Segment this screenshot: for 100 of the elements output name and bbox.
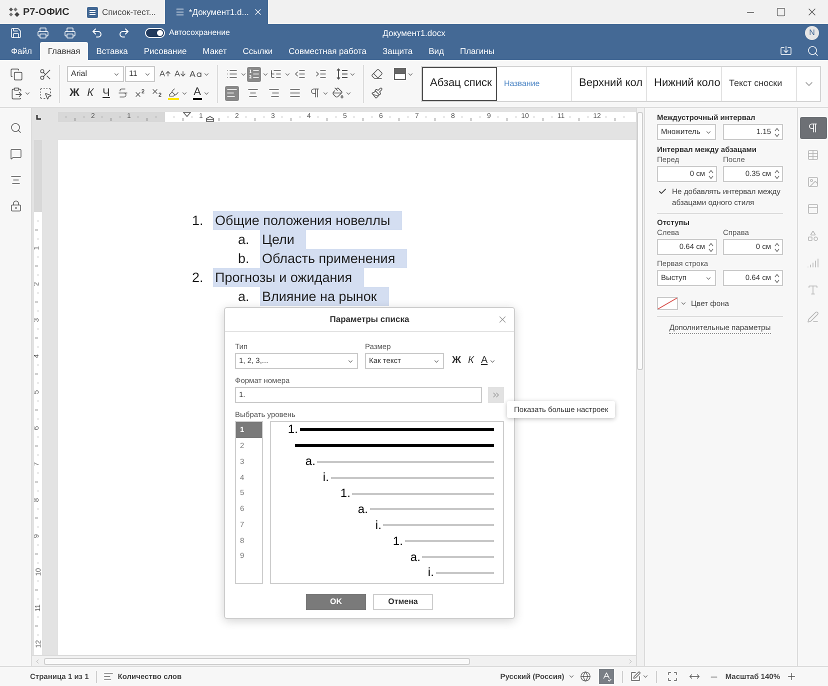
caret-icon[interactable]	[203, 90, 210, 96]
font-color-button[interactable]: A	[192, 86, 202, 100]
printer-icon[interactable]	[64, 27, 76, 39]
undo-icon[interactable]	[91, 27, 103, 39]
caret-icon[interactable]	[705, 274, 712, 282]
cancel-button[interactable]: Отмена	[373, 594, 433, 610]
printer-icon[interactable]	[37, 27, 49, 39]
menu-tab[interactable]: Плагины	[452, 42, 502, 60]
decrease-indent-icon[interactable]	[294, 68, 306, 80]
checkbox[interactable]	[658, 187, 667, 196]
spin-arrows-icon[interactable]	[708, 242, 714, 252]
edit-icon[interactable]	[630, 671, 642, 682]
color-button[interactable]: А	[480, 355, 488, 367]
bold-button[interactable]: Ж	[69, 86, 80, 100]
user-avatar[interactable]: N	[805, 26, 819, 40]
caret-icon[interactable]	[113, 70, 120, 78]
format-painter-icon[interactable]	[371, 87, 383, 99]
vertical-scrollbar[interactable]	[636, 108, 644, 666]
lock-icon[interactable]	[10, 200, 22, 212]
menu-tab[interactable]: Главная	[40, 42, 88, 60]
comment-icon[interactable]	[10, 148, 22, 160]
select-all-icon[interactable]	[39, 86, 52, 100]
close-icon[interactable]	[806, 6, 818, 18]
caret-icon[interactable]	[488, 358, 496, 364]
style-preset[interactable]: Абзац списк	[422, 66, 497, 100]
caret-icon[interactable]	[642, 673, 650, 680]
strikethrough-icon[interactable]	[116, 87, 129, 99]
globe-icon[interactable]	[580, 671, 592, 682]
spellcheck-button[interactable]	[599, 669, 614, 684]
eraser-icon[interactable]	[371, 68, 383, 80]
caret-icon[interactable]	[705, 128, 712, 136]
copy-icon[interactable]	[10, 68, 23, 80]
superscript-icon[interactable]	[134, 87, 146, 99]
tab-stop-icon[interactable]	[36, 114, 41, 120]
caret-icon[interactable]	[347, 358, 354, 364]
caret-icon[interactable]	[568, 673, 576, 680]
import-icon[interactable]	[780, 45, 792, 57]
style-preset[interactable]: Нижний коло	[647, 66, 722, 100]
menu-tab[interactable]: Ссылки	[234, 42, 281, 60]
italic-button[interactable]: К	[468, 355, 474, 367]
scrollbar-thumb[interactable]	[637, 112, 643, 370]
spin-arrows-icon[interactable]	[774, 242, 780, 252]
caret-icon[interactable]	[322, 90, 329, 96]
search-icon[interactable]	[10, 122, 22, 134]
paragraph-settings-tab[interactable]	[800, 116, 826, 138]
caret-icon[interactable]	[433, 358, 440, 364]
caret-icon[interactable]	[262, 70, 269, 78]
filled-box-icon[interactable]	[394, 68, 406, 80]
font-name-field[interactable]: Arial	[67, 66, 124, 82]
bold-button[interactable]: Ж	[452, 355, 462, 367]
text-lines-icon[interactable]	[102, 671, 114, 682]
highlighter-icon[interactable]	[168, 86, 180, 100]
spin-arrows-icon[interactable]	[708, 168, 714, 180]
caret-icon[interactable]	[240, 70, 247, 78]
menu-tab[interactable]: Совместная работа	[280, 42, 374, 60]
spin-arrows-icon[interactable]	[774, 168, 780, 180]
menu-tab[interactable]: Защита	[374, 42, 421, 60]
redo-icon[interactable]	[118, 27, 130, 39]
zoom-in-icon[interactable]	[786, 671, 797, 682]
close-icon[interactable]	[496, 314, 508, 325]
menu-tab[interactable]: Вид	[420, 42, 452, 60]
menu-tab[interactable]: Рисование	[136, 42, 195, 60]
ok-button[interactable]: OK	[306, 594, 366, 610]
triangle-marker-icon[interactable]	[183, 112, 191, 117]
style-preset[interactable]: Текст сноски	[722, 66, 797, 100]
align-left-button[interactable]	[225, 86, 239, 100]
menu-tab[interactable]: Макет	[194, 42, 235, 60]
caret-icon[interactable]	[680, 300, 687, 307]
spin-arrows-icon[interactable]	[774, 126, 780, 138]
document-tab[interactable]: Список-тест...	[82, 0, 161, 24]
text-lines-icon[interactable]	[10, 174, 22, 186]
line-spacing-icon[interactable]	[336, 68, 348, 80]
caret-icon[interactable]	[407, 70, 414, 78]
numbered-list-button[interactable]	[247, 66, 261, 82]
caret-icon[interactable]	[180, 90, 188, 96]
caret-icon[interactable]	[144, 70, 151, 78]
menu-tab[interactable]: Вставка	[88, 42, 136, 60]
pilcrow-icon[interactable]	[309, 87, 321, 99]
document-tab[interactable]: *Документ1.d...	[164, 0, 268, 24]
caret-icon[interactable]	[284, 70, 291, 78]
maximize-icon[interactable]	[776, 7, 786, 17]
pentagon-marker-icon[interactable]	[206, 116, 214, 122]
close-icon[interactable]	[252, 7, 263, 17]
increase-indent-icon[interactable]	[315, 68, 327, 80]
italic-button[interactable]: К	[84, 86, 96, 100]
cut-icon[interactable]	[39, 68, 52, 80]
caret-icon[interactable]	[24, 90, 31, 96]
horizontal-scrollbar[interactable]	[32, 655, 636, 666]
paste-icon[interactable]	[10, 86, 23, 100]
autosave-toggle[interactable]	[145, 28, 165, 38]
style-preset[interactable]: Название	[497, 66, 572, 100]
scrollbar-thumb[interactable]	[44, 658, 470, 664]
search-icon[interactable]	[807, 45, 819, 57]
menu-tab[interactable]: Файл	[3, 42, 40, 60]
fit-page-icon[interactable]	[667, 671, 678, 682]
color-swatch-icon[interactable]	[657, 297, 678, 310]
caret-icon[interactable]	[203, 70, 210, 78]
spin-arrows-icon[interactable]	[774, 272, 780, 284]
paint-bucket-icon[interactable]	[332, 87, 344, 99]
style-preset[interactable]: Верхний кол	[572, 66, 647, 100]
